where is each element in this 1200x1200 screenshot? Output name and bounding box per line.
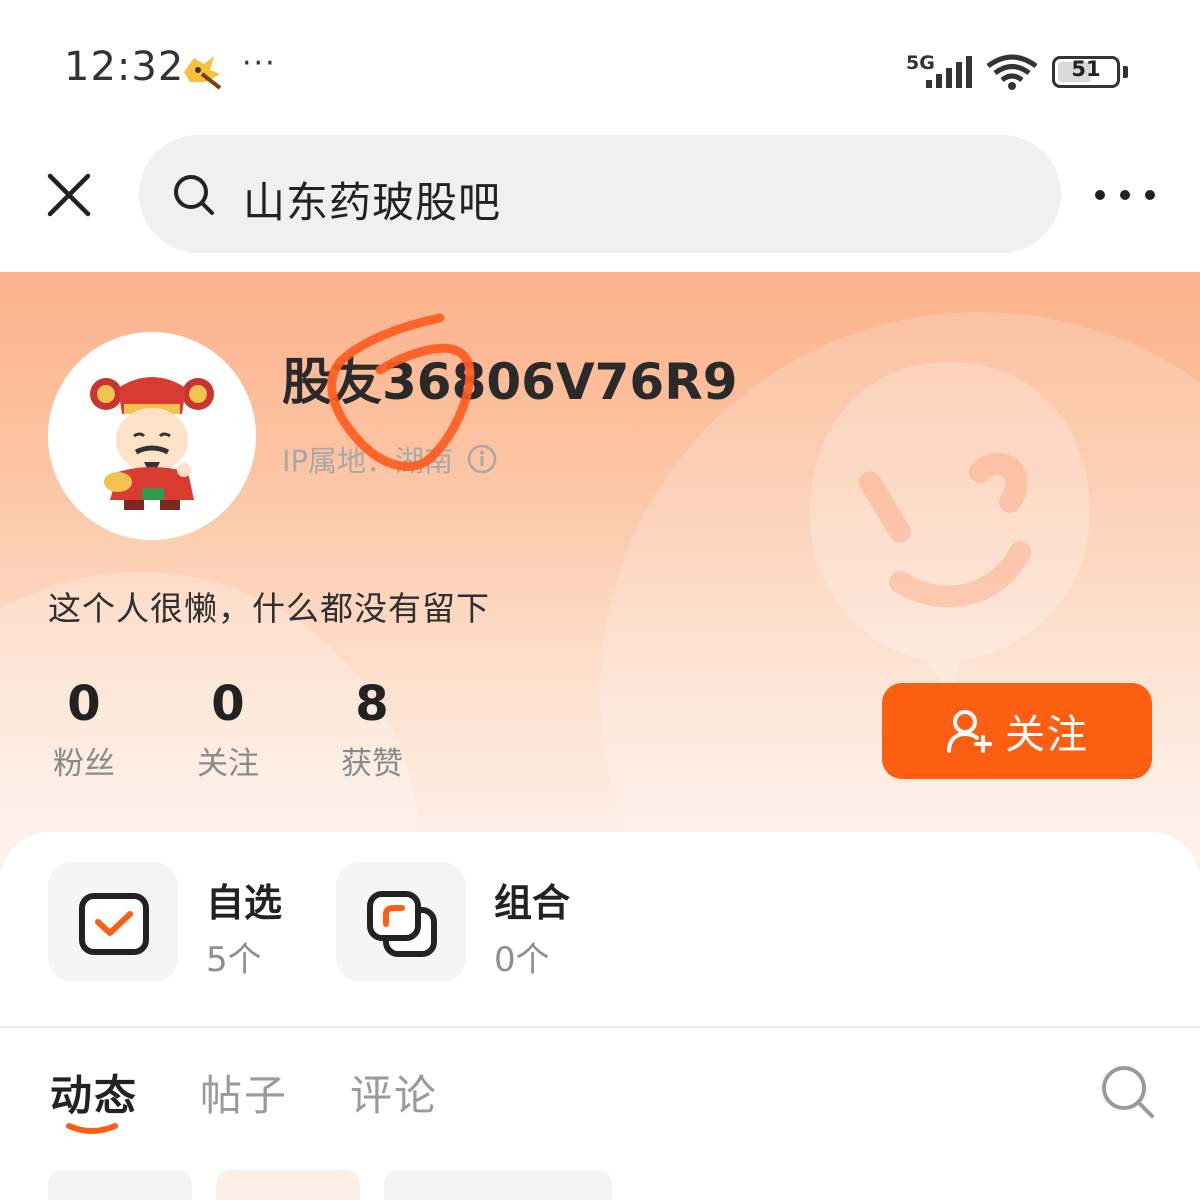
watchlist-icon (79, 893, 149, 955)
combo-title[interactable]: 组合 (494, 872, 570, 927)
info-icon[interactable] (467, 444, 497, 474)
stat-value: 0 (67, 676, 101, 732)
profile-header: 股友36806V76R9 IP属地：湖南 这个人很懒，什么都没有留下 0 粉丝 … (0, 272, 1200, 872)
search-icon (174, 175, 214, 215)
stat-value: 8 (355, 676, 389, 732)
tab-comments[interactable]: 评论 (350, 1062, 438, 1123)
profile-stats: 0 粉丝 0 关注 8 获赞 (48, 672, 408, 783)
ip-location: IP属地：湖南 (282, 444, 454, 478)
avatar-caishen-icon (48, 332, 256, 540)
ip-location-row: IP属地：湖南 (282, 438, 497, 480)
combo-tile[interactable] (336, 862, 466, 982)
more-icon[interactable] (1090, 170, 1160, 220)
status-bar: 12:32 ··· 5G 51 (0, 0, 1200, 130)
battery-level: 51 (1071, 57, 1101, 81)
combo-icon (367, 891, 437, 957)
follow-label: 关注 (1005, 712, 1089, 758)
follow-button[interactable]: 关注 (882, 683, 1152, 779)
combo-count: 0个 (494, 940, 550, 980)
stat-value: 0 (211, 676, 245, 732)
stat-label: 获赞 (341, 746, 403, 782)
status-overflow-icon: ··· (242, 46, 277, 81)
top-nav: 山东药玻股吧 (0, 130, 1200, 272)
content-tabs: 动态 帖子 评论 (0, 1028, 1200, 1200)
portfolio-card: 自选 5个 组合 0个 (0, 832, 1200, 1026)
content-card-placeholder[interactable] (384, 1170, 612, 1200)
avatar[interactable] (48, 332, 256, 540)
stat-fans[interactable]: 0 粉丝 (48, 672, 120, 783)
signal-icon (926, 56, 972, 88)
active-tab-indicator (66, 1123, 118, 1134)
bio: 这个人很懒，什么都没有留下 (48, 589, 490, 628)
stat-label: 粉丝 (53, 746, 115, 782)
content-card-placeholder[interactable] (48, 1170, 192, 1200)
tab-posts[interactable]: 帖子 (200, 1062, 288, 1123)
battery-icon: 51 (1052, 56, 1130, 88)
watchlist-tile[interactable] (48, 862, 178, 982)
add-user-icon (947, 710, 992, 753)
mascot-watermark-icon (810, 362, 1090, 698)
close-icon[interactable] (44, 170, 94, 220)
search-icon[interactable] (1100, 1064, 1156, 1120)
watchlist-title[interactable]: 自选 (206, 872, 282, 927)
content-card-placeholder[interactable] (216, 1170, 360, 1200)
search-query: 山东药玻股吧 (243, 178, 502, 227)
stat-label: 关注 (197, 746, 259, 782)
status-time: 12:32 (64, 44, 185, 90)
search-bar[interactable]: 山东药玻股吧 (139, 135, 1061, 253)
tab-activity[interactable]: 动态 (50, 1062, 138, 1123)
username: 股友36806V76R9 (282, 353, 738, 411)
wifi-icon (986, 54, 1038, 90)
app-notification-icon (184, 56, 222, 90)
stat-likes[interactable]: 8 获赞 (336, 672, 408, 783)
watchlist-count: 5个 (206, 940, 262, 980)
stat-following[interactable]: 0 关注 (192, 672, 264, 783)
